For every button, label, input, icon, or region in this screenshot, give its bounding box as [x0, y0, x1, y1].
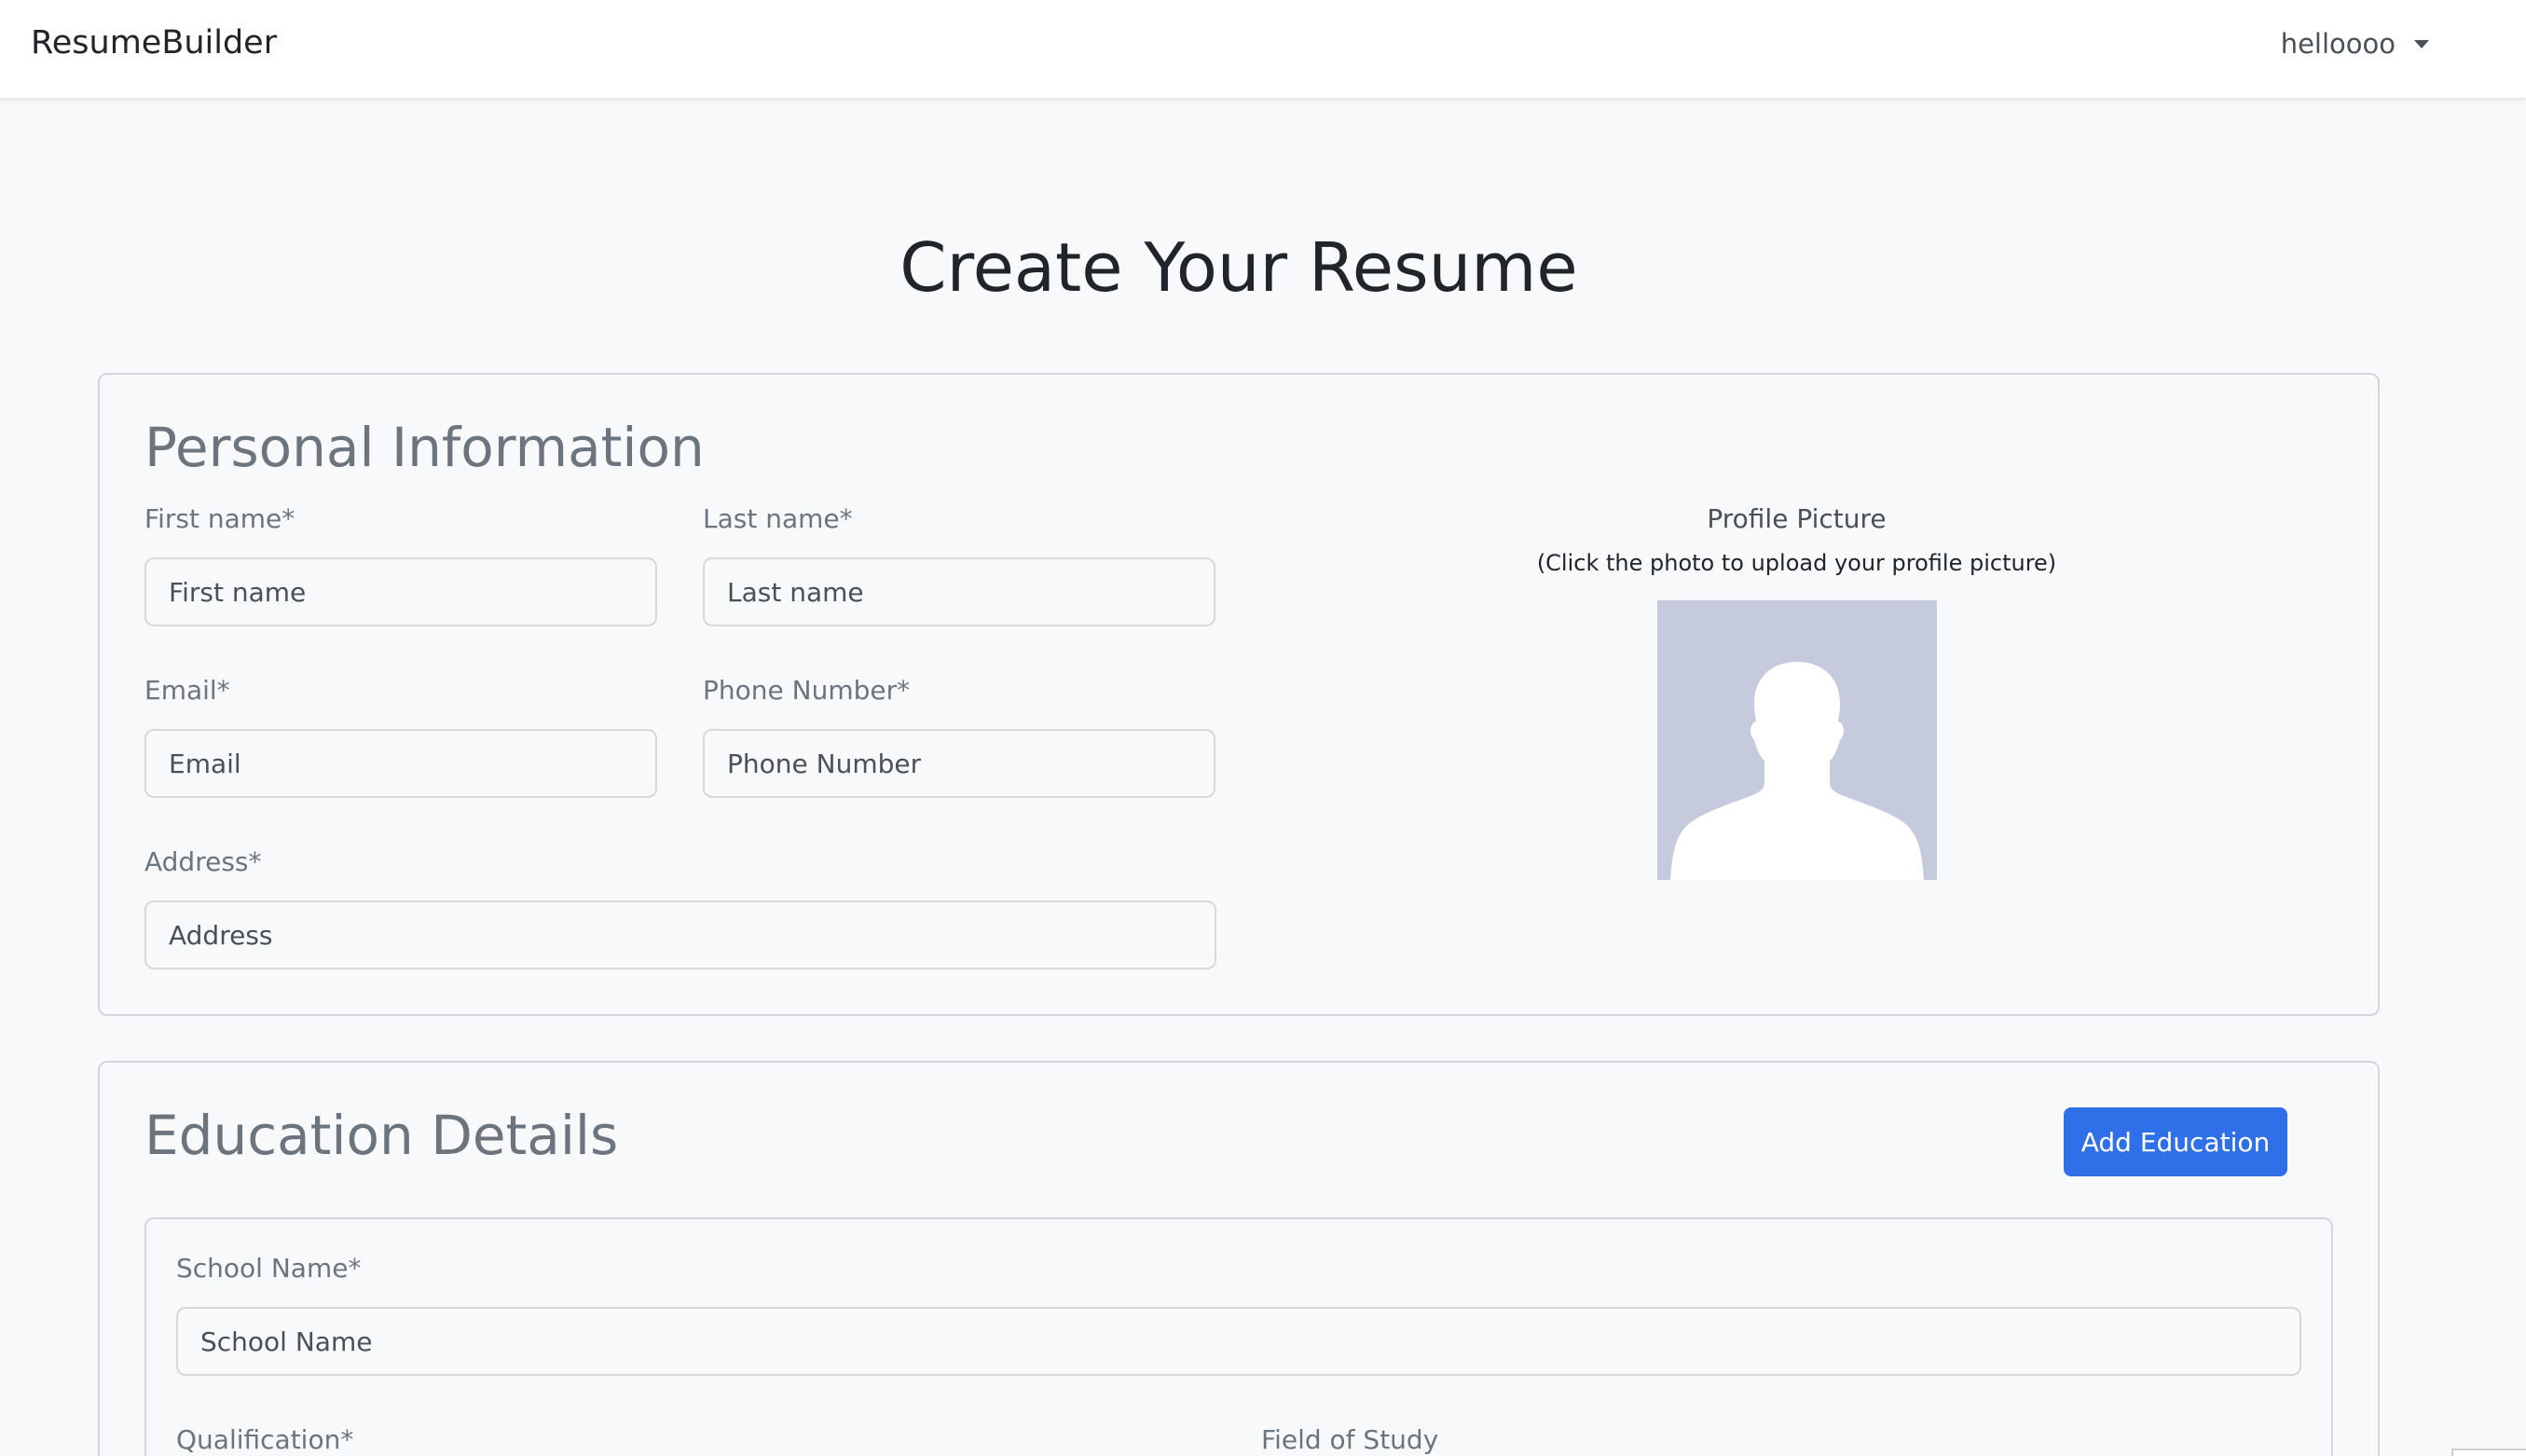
caret-down-icon — [2414, 39, 2429, 48]
address-input[interactable] — [144, 900, 1216, 969]
first-name-input[interactable] — [144, 557, 657, 626]
education-title: Education Details — [144, 1104, 619, 1167]
last-name-label: Last name* — [703, 503, 853, 534]
profile-picture-label: Profile Picture — [1707, 503, 1887, 534]
phone-label: Phone Number* — [703, 675, 911, 706]
school-name-input[interactable] — [176, 1307, 2301, 1376]
address-label: Address* — [144, 846, 262, 877]
corner-widget — [2451, 1449, 2526, 1456]
add-education-button[interactable]: Add Education — [2064, 1107, 2287, 1176]
phone-input[interactable] — [703, 729, 1215, 798]
user-name: helloooo — [2280, 28, 2396, 60]
last-name-input[interactable] — [703, 557, 1215, 626]
qualification-label: Qualification* — [176, 1424, 354, 1455]
page-title: Create Your Resume — [899, 228, 1578, 307]
first-name-label: First name* — [144, 503, 295, 534]
personal-info-title: Personal Information — [144, 416, 705, 479]
navbar: ResumeBuilder helloooo — [0, 0, 2526, 99]
school-name-label: School Name* — [176, 1253, 362, 1284]
profile-picture-hint: (Click the photo to upload your profile … — [1536, 550, 2057, 576]
field-of-study-label: Field of Study — [1261, 1424, 1439, 1455]
email-input[interactable] — [144, 729, 657, 798]
profile-photo-upload[interactable] — [1657, 600, 1937, 880]
email-label: Email* — [144, 675, 230, 706]
brand-link[interactable]: ResumeBuilder — [31, 24, 277, 62]
user-dropdown[interactable]: helloooo — [2281, 28, 2429, 60]
user-silhouette-icon — [1670, 662, 1924, 880]
